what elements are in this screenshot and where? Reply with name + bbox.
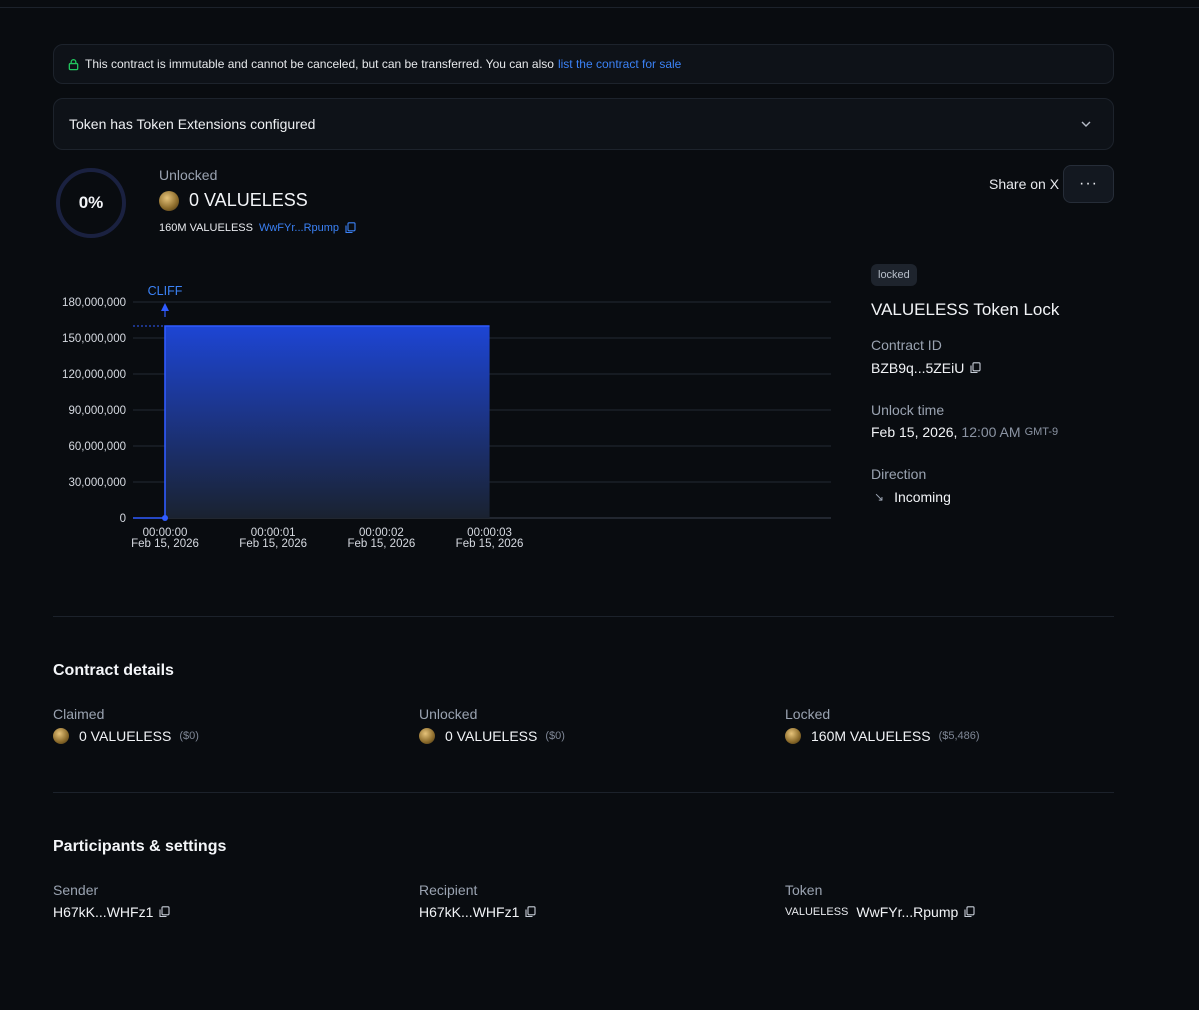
token-total: 160M VALUELESS	[159, 222, 253, 234]
copy-icon[interactable]	[964, 906, 975, 918]
unlocked-amount: 0 VALUELESS	[189, 190, 308, 210]
locked-usd: ($5,486)	[938, 730, 980, 742]
direction-label: Direction	[871, 466, 927, 482]
cliff-arrow-head	[161, 303, 169, 311]
chevron-down-icon[interactable]	[1079, 117, 1093, 131]
token-logo-icon	[419, 728, 435, 744]
x-tick-date: Feb 15, 2026	[347, 538, 415, 550]
contract-id-label: Contract ID	[871, 337, 942, 353]
claimed-value-row: 0 VALUELESS ($0)	[53, 728, 199, 744]
unlocked-detail-label: Unlocked	[419, 706, 478, 722]
x-tick-date: Feb 15, 2026	[456, 538, 524, 550]
status-badge: locked	[871, 264, 917, 286]
token-logo-icon	[159, 190, 179, 211]
unlocked-detail-value: 0 VALUELESS	[445, 728, 538, 744]
y-tick-label: 60,000,000	[68, 441, 126, 453]
progress-percent: 0%	[78, 193, 104, 212]
start-point	[162, 515, 168, 521]
token-label: Token	[785, 882, 823, 898]
token-symbol: VALUELESS	[785, 906, 849, 918]
y-tick-label: 180,000,000	[62, 297, 126, 309]
y-tick-label: 0	[120, 513, 126, 525]
arrow-down-right-icon: ↘	[874, 490, 885, 504]
unlock-schedule-chart: 180,000,000 150,000,000 120,000,000 90,000,…	[62, 284, 831, 550]
section-divider	[53, 792, 1114, 793]
x-tick-date: Feb 15, 2026	[131, 538, 199, 550]
contract-title: VALUELESS Token Lock	[871, 300, 1060, 319]
y-tick-label: 120,000,000	[62, 369, 126, 381]
token-address[interactable]: WwFYr...Rpump	[856, 904, 958, 920]
extensions-label: Token has Token Extensions configured	[69, 116, 316, 132]
unlock-date: Feb 15, 2026,	[871, 424, 958, 440]
section-divider	[53, 616, 1114, 617]
copy-icon[interactable]	[525, 906, 536, 918]
unlocked-amount-row: 0 VALUELESS	[159, 190, 308, 211]
contract-id-row: BZB9q...5ZEiU	[871, 360, 981, 376]
unlock-time-label: Unlock time	[871, 402, 945, 418]
share-on-x-button[interactable]: Share on X	[989, 176, 1059, 192]
immutable-notice: This contract is immutable and cannot be…	[53, 44, 1114, 84]
token-logo-icon	[53, 728, 69, 744]
x-tick-date: Feb 15, 2026	[239, 538, 307, 550]
unlocked-value-row: 0 VALUELESS ($0)	[419, 728, 565, 744]
token-extensions-accordion[interactable]: Token has Token Extensions configured	[53, 98, 1114, 150]
copy-icon[interactable]	[159, 906, 170, 918]
direction-value: Incoming	[894, 489, 951, 505]
sender-row: H67kK...WHFz1	[53, 904, 170, 920]
unlock-timezone: GMT-9	[1024, 426, 1059, 438]
area-fill	[165, 326, 490, 518]
recipient-row: H67kK...WHFz1	[419, 904, 536, 920]
unlock-time: 12:00 AM	[961, 424, 1021, 440]
locked-label: Locked	[785, 706, 831, 722]
sender-value: H67kK...WHFz1	[53, 904, 154, 920]
locked-value-row: 160M VALUELESS ($5,486)	[785, 728, 980, 744]
recipient-value: H67kK...WHFz1	[419, 904, 520, 920]
participants-title: Participants & settings	[53, 838, 227, 855]
sender-label: Sender	[53, 882, 99, 898]
token-address-link[interactable]: WwFYr...Rpump	[259, 222, 339, 234]
recipient-label: Recipient	[419, 882, 478, 898]
cliff-annotation: CLIFF	[148, 284, 183, 298]
lock-icon	[68, 58, 79, 70]
contract-details-title: Contract details	[53, 662, 174, 679]
token-logo-icon	[785, 728, 801, 744]
claimed-usd: ($0)	[179, 730, 199, 742]
token-total-row: 160M VALUELESS WwFYr...Rpump	[159, 222, 356, 234]
more-options-button[interactable]: ···	[1063, 165, 1114, 203]
token-row: VALUELESS WwFYr...Rpump	[785, 904, 975, 920]
contract-id-value: BZB9q...5ZEiU	[871, 360, 965, 376]
claimed-label: Claimed	[53, 706, 105, 722]
copy-icon[interactable]	[970, 362, 981, 374]
direction-row: ↘ Incoming	[871, 489, 951, 505]
top-divider	[0, 7, 1199, 8]
list-for-sale-link[interactable]: list the contract for sale	[558, 57, 681, 71]
unlocked-label: Unlocked	[159, 167, 218, 183]
claimed-value: 0 VALUELESS	[79, 728, 172, 744]
copy-icon[interactable]	[345, 222, 356, 234]
unlock-time-row: Feb 15, 2026, 12:00 AM GMT-9	[871, 424, 1058, 440]
unlocked-usd: ($0)	[545, 730, 565, 742]
locked-value: 160M VALUELESS	[811, 728, 931, 744]
y-tick-label: 90,000,000	[68, 405, 126, 417]
y-tick-label: 150,000,000	[62, 333, 126, 345]
y-tick-label: 30,000,000	[68, 477, 126, 489]
notice-text: This contract is immutable and cannot be…	[85, 57, 554, 71]
